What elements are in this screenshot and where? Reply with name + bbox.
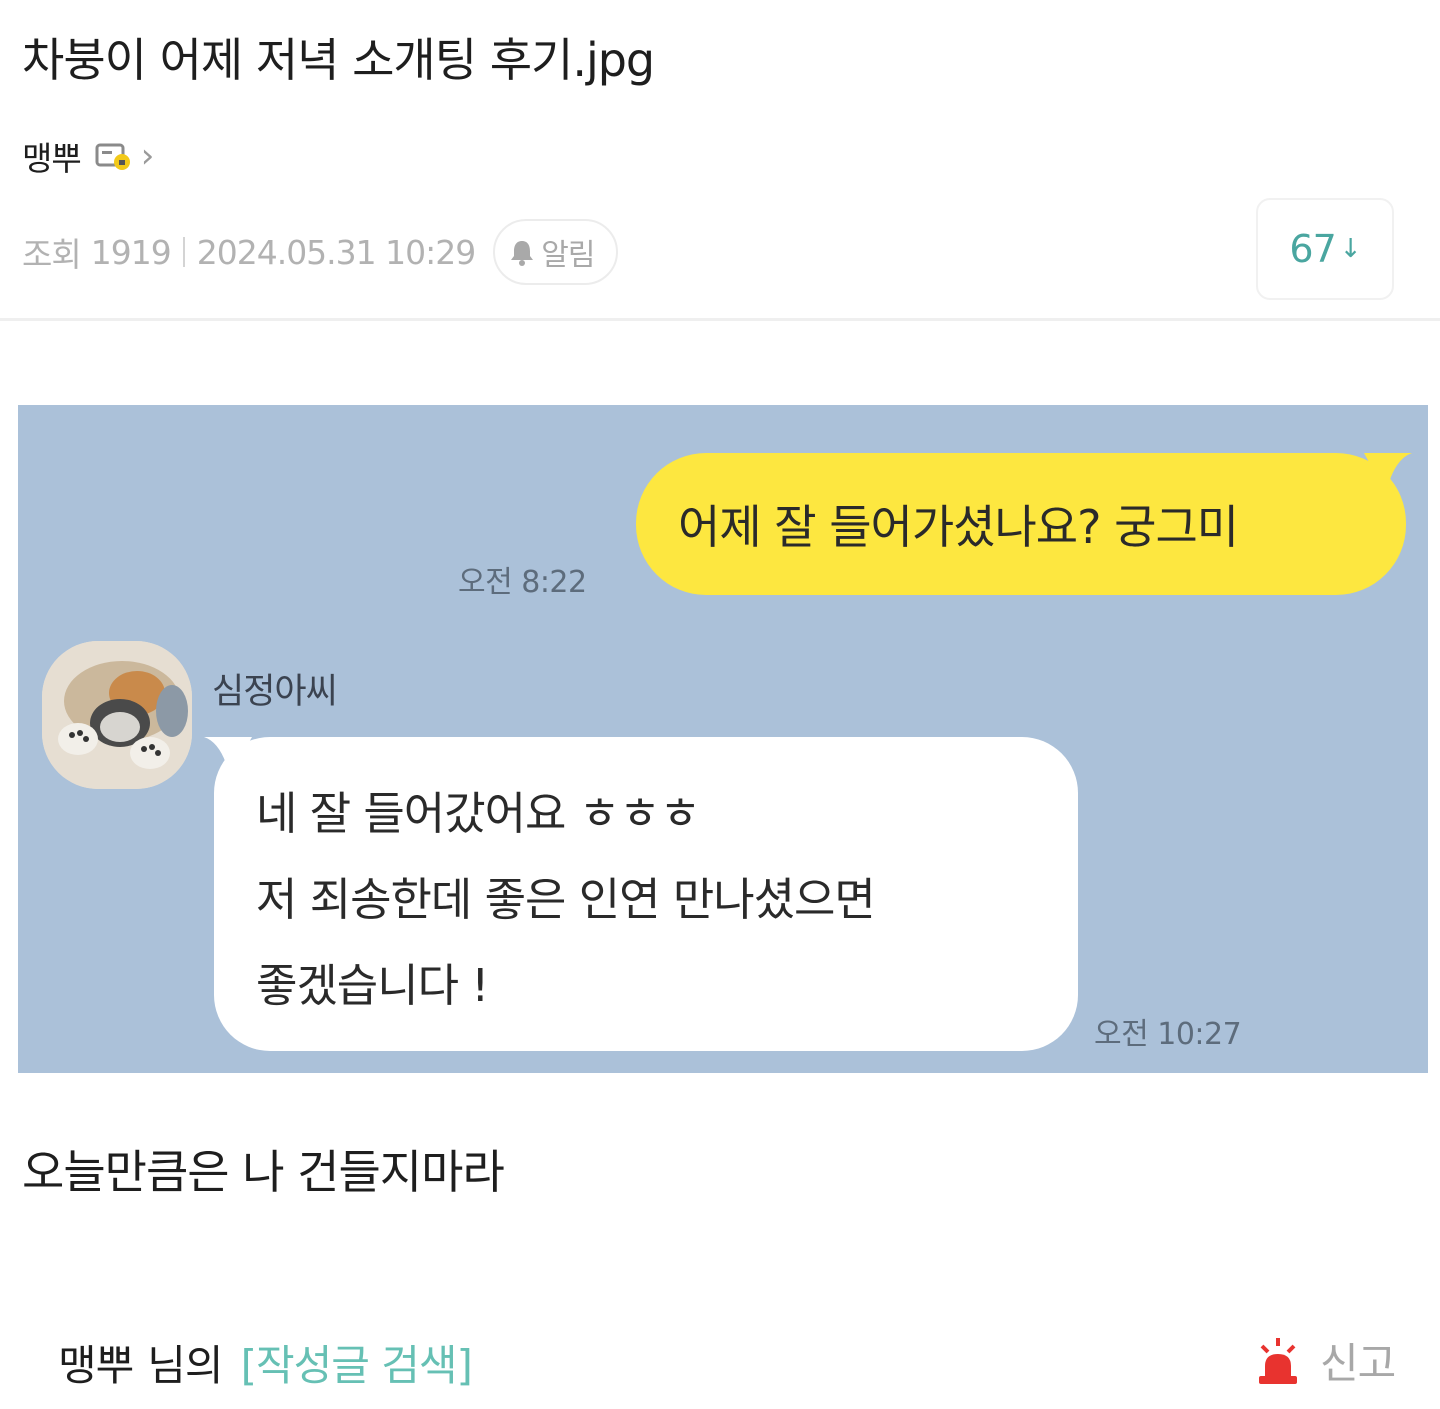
report-label: 신고 xyxy=(1320,1339,1396,1388)
siren-icon xyxy=(1256,1336,1300,1386)
post-page: 차붕이 어제 저녁 소개팅 후기.jpg 맹뿌 › 조회 1919 2024.0… xyxy=(0,0,1440,1409)
views-count: 1919 xyxy=(90,232,172,272)
comment-count: 67 xyxy=(1289,227,1336,271)
footer-author-suffix: 님의 xyxy=(147,1341,223,1390)
author-posts-search-link[interactable]: [작성글 검색] xyxy=(241,1332,473,1393)
their-message-line: 좋겠습니다 ! xyxy=(256,959,489,1012)
bell-icon xyxy=(509,238,535,266)
my-bubble-tail xyxy=(1364,453,1412,493)
their-message-time: 오전 10:27 xyxy=(1094,1017,1242,1052)
post-title: 차붕이 어제 저녁 소개팅 후기.jpg xyxy=(22,33,655,87)
chat-screenshot: 어제 잘 들어가셨나요? 궁그미 오전 8:22 심정아씨 네 잘 들어갔어요 … xyxy=(18,405,1428,1073)
sender-name: 심정아씨 xyxy=(212,672,338,712)
their-message-line: 저 죄송한데 좋은 인연 만나셨으면 xyxy=(256,873,876,926)
author-name[interactable]: 맹뿌 xyxy=(22,132,82,180)
header-divider xyxy=(0,318,1440,321)
my-message-bubble: 어제 잘 들어가셨나요? 궁그미 xyxy=(636,453,1406,595)
arrow-down-icon: ↓ xyxy=(1339,234,1362,264)
footer-author-name[interactable]: 맹뿌 xyxy=(58,1332,134,1393)
alarm-button[interactable]: 알림 xyxy=(493,219,619,285)
alarm-label: 알림 xyxy=(541,238,595,273)
meta-divider xyxy=(182,237,185,267)
views-label: 조회 xyxy=(22,235,82,274)
author-row[interactable]: 맹뿌 › xyxy=(22,132,154,180)
post-body-text: 오늘만큼은 나 건들지마라 xyxy=(22,1145,505,1199)
my-message-text: 어제 잘 들어가셨나요? 궁그미 xyxy=(678,500,1239,554)
member-badge-icon xyxy=(95,141,133,171)
sender-avatar xyxy=(42,641,192,789)
chevron-right-icon[interactable]: › xyxy=(141,139,155,173)
report-button[interactable]: 신고 xyxy=(1256,1330,1396,1391)
author-search-row: 맹뿌 님의 [작성글 검색] xyxy=(58,1332,473,1393)
post-datetime: 2024.05.31 10:29 xyxy=(196,232,477,272)
my-message-time: 오전 8:22 xyxy=(458,565,587,600)
post-meta: 조회 1919 2024.05.31 10:29 알림 xyxy=(22,219,619,285)
comment-count-button[interactable]: 67 ↓ xyxy=(1256,198,1394,300)
their-message-bubble: 네 잘 들어갔어요 ㅎㅎㅎ 저 죄송한데 좋은 인연 만나셨으면 좋겠습니다 ! xyxy=(214,737,1078,1051)
their-message-line: 네 잘 들어갔어요 ㅎㅎㅎ xyxy=(256,787,701,840)
